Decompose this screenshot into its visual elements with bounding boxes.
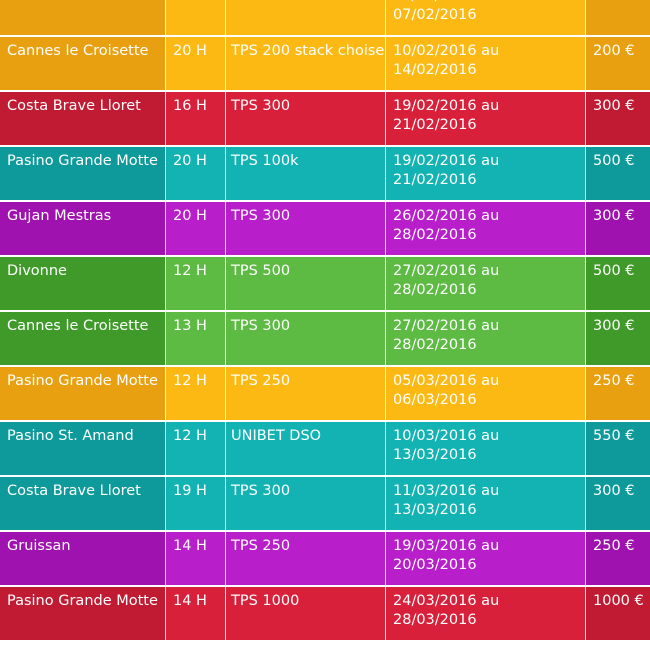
table-row: Costa Brave Lloret 16 H TPS 300 19/02/2016 … bbox=[0, 92, 650, 147]
venue-cell: Costa Brave Lloret bbox=[0, 477, 166, 530]
hour-cell: 19 H bbox=[166, 477, 226, 530]
dates-cell: 10/02/2016 au 14/02/2016 bbox=[386, 37, 586, 90]
event-cell: TPS 500 bbox=[226, 257, 386, 310]
venue-cell: Gujan Mestras bbox=[0, 202, 166, 255]
hour-cell: 16 H bbox=[166, 92, 226, 145]
hour-cell: 12 H bbox=[166, 0, 226, 35]
dates-cell: 19/03/2016 au 20/03/2016 bbox=[386, 532, 586, 585]
event-cell: TPS 300 bbox=[226, 477, 386, 530]
venue-cell: Costa Brave Lloret bbox=[0, 92, 166, 145]
hour-cell: 20 H bbox=[166, 202, 226, 255]
event-cell: TPS 300 bbox=[226, 92, 386, 145]
prize-cell: 550 € bbox=[586, 422, 650, 475]
hour-cell: 20 H bbox=[166, 147, 226, 200]
hour-cell: 14 H bbox=[166, 587, 226, 640]
dates-cell: 26/02/2016 au 28/02/2016 bbox=[386, 202, 586, 255]
table-row: Gruissan 14 H TPS 250 19/03/2016 au 20/03/2… bbox=[0, 532, 650, 587]
event-cell: TPS 250 bbox=[226, 367, 386, 420]
prize-cell: 250 € bbox=[586, 367, 650, 420]
dates-cell: 27/02/2016 au 28/02/2016 bbox=[386, 257, 586, 310]
venue-cell: Cannes le Croisette bbox=[0, 37, 166, 90]
table-row: Pasino Grande Motte 20 H TPS 100k 19/02/201… bbox=[0, 147, 650, 202]
dates-cell: 05/03/2016 au 06/03/2016 bbox=[386, 367, 586, 420]
prize-cell: 200 € bbox=[586, 37, 650, 90]
table-row: Costa Brave Lloret 19 H TPS 300 11/03/2016 … bbox=[0, 477, 650, 532]
hour-cell: 12 H bbox=[166, 422, 226, 475]
prize-cell: 250 € bbox=[586, 532, 650, 585]
venue-cell: Pasino St. Amand bbox=[0, 422, 166, 475]
event-cell: TPS 300 bbox=[226, 312, 386, 365]
table-row: Pasino St. Amand 12 H UNIBET DSO 10/03/2016… bbox=[0, 422, 650, 477]
hour-cell: 20 H bbox=[166, 37, 226, 90]
table-row: Divonne 12 H TPS 500 27/02/2016 au 28/02/20… bbox=[0, 257, 650, 312]
dates-cell: 06/02/2016 au 07/02/2016 bbox=[386, 0, 586, 35]
table-row: Pasino Grande Motte 14 H TPS 1000 24/03/201… bbox=[0, 587, 650, 642]
venue-cell: Cannes le Croisette bbox=[0, 312, 166, 365]
prize-cell: 500 € bbox=[586, 147, 650, 200]
tournament-table: Gruissan12 HTPS40006/02/2016 au 07/02/20… bbox=[0, 0, 650, 656]
prize-cell: 500 € bbox=[586, 257, 650, 310]
table-row: Gruissan12 HTPS40006/02/2016 au 07/02/20… bbox=[0, 0, 650, 37]
venue-cell: Divonne bbox=[0, 257, 166, 310]
event-cell: TPS400 bbox=[226, 0, 386, 35]
dates-cell: 11/03/2016 au 13/03/2016 bbox=[386, 477, 586, 530]
prize-cell: 300 € bbox=[586, 202, 650, 255]
prize-cell: 400 € bbox=[586, 0, 650, 35]
event-cell: TPS 250 bbox=[226, 532, 386, 585]
event-cell: TPS 200 stack choise bbox=[226, 37, 386, 90]
venue-cell: Gruissan bbox=[0, 532, 166, 585]
hour-cell: 12 H bbox=[166, 367, 226, 420]
venue-cell: Pasino Grande Motte bbox=[0, 587, 166, 640]
event-cell: TPS 100k bbox=[226, 147, 386, 200]
dates-cell: 24/03/2016 au 28/03/2016 bbox=[386, 587, 586, 640]
table-row: Gujan Mestras 20 H TPS 300 26/02/2016 au 28… bbox=[0, 202, 650, 257]
hour-cell: 12 H bbox=[166, 257, 226, 310]
prize-cell: 300 € bbox=[586, 312, 650, 365]
dates-cell: 10/03/2016 au 13/03/2016 bbox=[386, 422, 586, 475]
event-cell: UNIBET DSO bbox=[226, 422, 386, 475]
venue-cell: Gruissan bbox=[0, 0, 166, 35]
dates-cell: 19/02/2016 au 21/02/2016 bbox=[386, 92, 586, 145]
table-row: Pasino Grande Motte 12 H TPS 250 05/03/2016… bbox=[0, 367, 650, 422]
dates-cell: 27/02/2016 au 28/02/2016 bbox=[386, 312, 586, 365]
dates-cell: 19/02/2016 au 21/02/2016 bbox=[386, 147, 586, 200]
prize-cell: 300 € bbox=[586, 477, 650, 530]
prize-cell: 1000 € bbox=[586, 587, 650, 640]
table-row: Cannes le Croisette 13 H TPS 300 27/02/2016… bbox=[0, 312, 650, 367]
event-cell: TPS 1000 bbox=[226, 587, 386, 640]
table-row: Cannes le Croisette 20 H TPS 200 stack cho… bbox=[0, 37, 650, 92]
hour-cell: 13 H bbox=[166, 312, 226, 365]
venue-cell: Pasino Grande Motte bbox=[0, 367, 166, 420]
event-cell: TPS 300 bbox=[226, 202, 386, 255]
venue-cell: Pasino Grande Motte bbox=[0, 147, 166, 200]
prize-cell: 300 € bbox=[586, 92, 650, 145]
hour-cell: 14 H bbox=[166, 532, 226, 585]
